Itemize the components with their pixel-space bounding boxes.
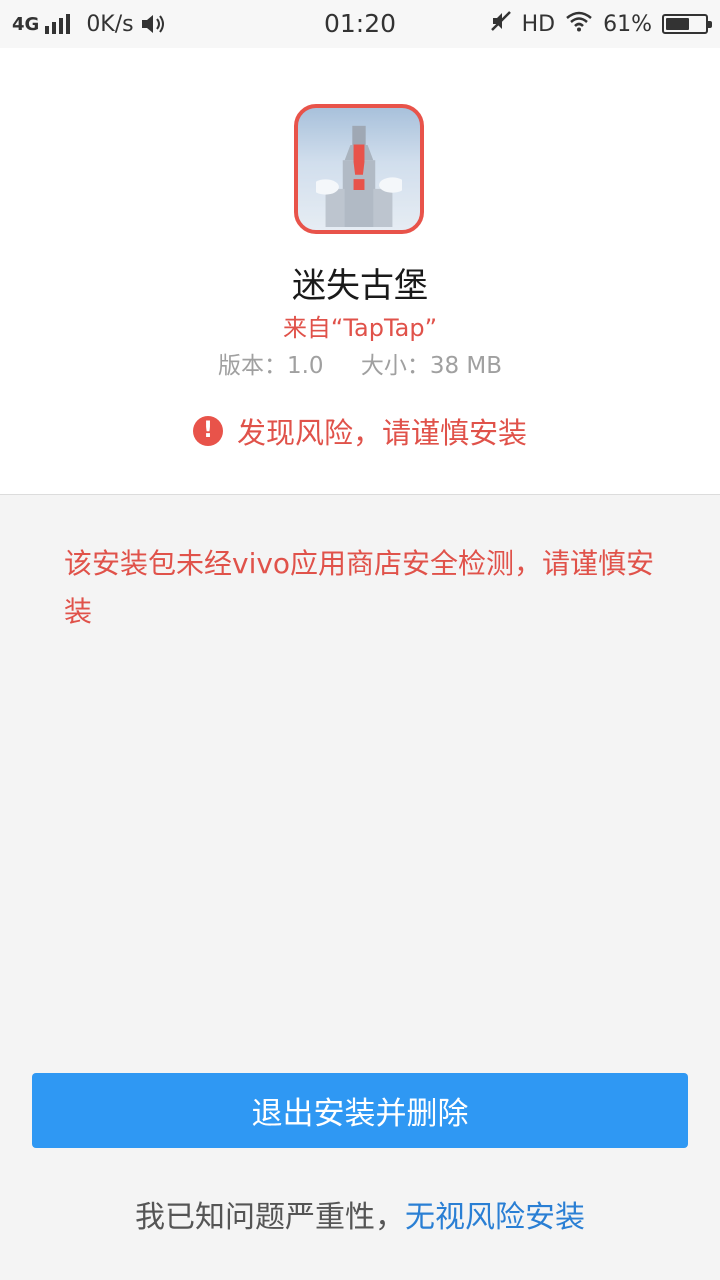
battery-level xyxy=(666,18,689,30)
battery-percent: 61% xyxy=(603,11,652,37)
app-version: 版本：1.0 xyxy=(217,353,324,379)
app-meta: 版本：1.0 大小：38 MB xyxy=(0,346,720,380)
muted-icon xyxy=(490,10,512,38)
warning-circle-icon: ! xyxy=(192,416,223,446)
exclamation-icon: ! xyxy=(344,132,374,205)
battery-icon xyxy=(662,14,712,34)
app-source: 来自“TapTap” xyxy=(282,314,438,342)
wifi-icon xyxy=(565,10,593,38)
risk-alert: ! 发现风险，请谨慎安装 xyxy=(0,410,720,452)
status-right: HD 61% xyxy=(490,0,712,48)
risk-message: 发现风险，请谨慎安装 xyxy=(236,416,527,450)
app-name: 迷失古堡 xyxy=(292,266,428,306)
hd-label: HD xyxy=(521,11,556,37)
ignore-risk-install-link[interactable]: 无视风险安装 xyxy=(405,1200,585,1235)
install-risk-screen: 4G 0K/s 01:20 HD 61% ! 迷失古堡 来自“TapTap” 版… xyxy=(0,0,720,1280)
status-bar: 4G 0K/s 01:20 HD 61% xyxy=(0,0,720,48)
warning-detail: 该安装包未经vivo应用商店安全检测，请谨慎安装 xyxy=(64,547,655,628)
castle-app-icon: ! xyxy=(294,104,424,234)
ignore-risk-row: 我已知问题严重性，无视风险安装 xyxy=(0,1192,720,1236)
notice-text: 我已知问题严重性， xyxy=(135,1200,405,1235)
app-size: 大小：38 MB xyxy=(360,353,503,379)
exit-and-delete-button[interactable]: 退出安装并删除 xyxy=(32,1073,688,1148)
app-info-card: ! 迷失古堡 来自“TapTap” 版本：1.0 大小：38 MB ! 发现风险… xyxy=(0,48,720,495)
